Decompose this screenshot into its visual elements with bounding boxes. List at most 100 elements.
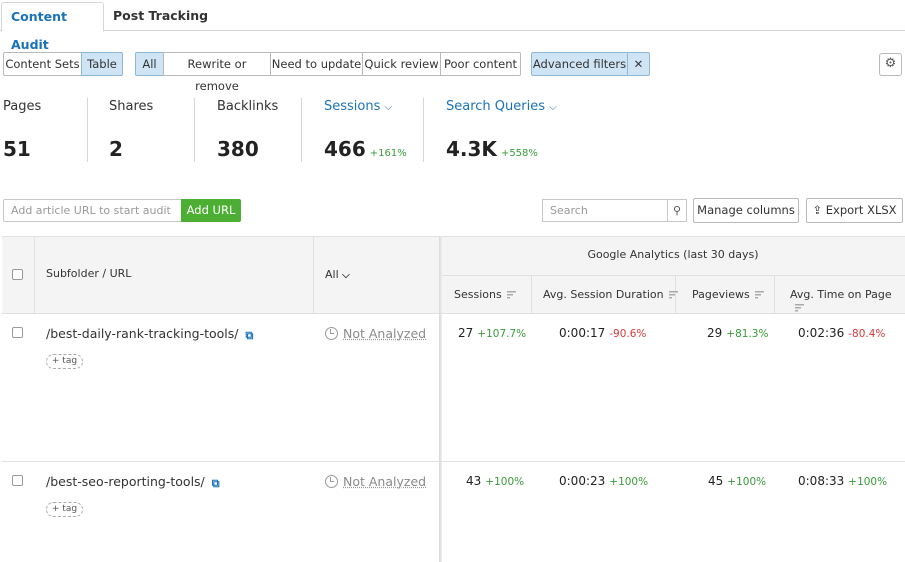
time-on-page-cell: 0:02:36 -80.4%: [798, 326, 885, 340]
metric-pages-label: Pages: [3, 99, 42, 114]
clock-icon: [325, 327, 338, 340]
tab-content-audit[interactable]: Content Audit: [1, 2, 104, 52]
duration-change: -90.6%: [609, 328, 647, 340]
pageviews-cell: 29 +81.3%: [707, 326, 768, 340]
pageviews-change: +100%: [727, 476, 767, 488]
metric-pages: Pages 51: [3, 99, 41, 163]
metric-divider: [423, 98, 424, 162]
metric-search-queries: Search Queries ⌵ 4.3K +558%: [446, 99, 557, 163]
duration-cell: 0:00:17 -90.6%: [559, 326, 646, 340]
column-divider: [774, 276, 775, 314]
status-text: Not Analyzed: [343, 326, 427, 341]
advanced-filters-button[interactable]: Advanced filters: [531, 52, 628, 76]
column-header-sessions[interactable]: Sessions: [454, 288, 516, 301]
metric-shares: Shares 2: [109, 99, 153, 163]
sessions-cell: 43 +100%: [466, 474, 524, 488]
close-icon[interactable]: ✕: [627, 52, 650, 76]
duration-value: 0:00:23: [559, 474, 606, 488]
url-text: /best-daily-rank-tracking-tools/: [46, 326, 239, 341]
status-filter-label: All: [325, 268, 339, 281]
search-input[interactable]: Search: [542, 199, 668, 222]
row-checkbox[interactable]: [12, 475, 23, 486]
sessions-header-label: Sessions: [454, 288, 502, 301]
chevron-down-icon: ⌵: [549, 102, 557, 113]
duration-change: +100%: [609, 476, 649, 488]
metric-divider: [194, 98, 195, 162]
filter-all-button[interactable]: All: [135, 52, 164, 76]
column-header-avg-session-duration[interactable]: Avg. Session Duration: [543, 288, 678, 301]
article-url-input[interactable]: Add article URL to start audit: [3, 199, 182, 222]
sessions-dropdown-label: Sessions: [324, 99, 381, 114]
add-url-button[interactable]: Add URL: [181, 199, 241, 222]
sessions-dropdown[interactable]: Sessions ⌵: [324, 99, 392, 114]
metric-divider: [87, 98, 88, 162]
filter-rewrite-button[interactable]: Rewrite or remove: [163, 52, 271, 93]
tab-bar: Content Audit Post Tracking: [0, 0, 905, 52]
metric-backlinks-label: Backlinks: [217, 99, 279, 114]
duration-header-label: Avg. Session Duration: [543, 288, 664, 301]
column-header-avg-time-on-page[interactable]: Avg. Time on Page: [790, 288, 905, 314]
metric-search-queries-value: 4.3K +558%: [446, 137, 538, 161]
search-queries-value: 4.3K: [446, 137, 497, 161]
sort-icon: [668, 291, 678, 299]
sessions-change: +107.7%: [477, 328, 527, 340]
time-value: 0:08:33: [798, 474, 845, 488]
add-tag-button[interactable]: + tag: [46, 502, 83, 517]
column-header-pageviews[interactable]: Pageviews: [692, 288, 764, 301]
frozen-pane-divider: [439, 236, 442, 562]
export-xlsx-button[interactable]: ⇪ Export XLSX: [806, 198, 903, 223]
status-text: Not Analyzed: [343, 474, 427, 489]
time-on-page-cell: 0:08:33 +100%: [798, 474, 887, 488]
metric-backlinks: Backlinks 380: [217, 99, 278, 163]
sessions-value: 43: [466, 474, 482, 488]
sessions-change: +161%: [369, 148, 407, 159]
search-queries-label: Search Queries: [446, 99, 545, 114]
status-not-analyzed[interactable]: Not Analyzed: [325, 326, 426, 341]
url-link[interactable]: /best-daily-rank-tracking-tools/ ⧉: [46, 326, 256, 341]
status-not-analyzed[interactable]: Not Analyzed: [325, 474, 426, 489]
metric-backlinks-value: 380: [217, 137, 259, 161]
sessions-change: +100%: [485, 476, 525, 488]
search-icon[interactable]: ⚲: [667, 199, 687, 222]
sessions-value: 27: [458, 326, 474, 340]
gear-icon[interactable]: ⚙: [879, 53, 902, 76]
time-header-label: Avg. Time on Page: [790, 288, 892, 301]
filter-quick-review-button[interactable]: Quick review: [362, 52, 441, 76]
metric-shares-value: 2: [109, 137, 123, 161]
manage-columns-button[interactable]: Manage columns: [693, 198, 799, 223]
metric-sessions: Sessions ⌵ 466 +161%: [324, 99, 407, 163]
external-link-icon[interactable]: ⧉: [212, 478, 222, 489]
column-header-url: Subfolder / URL: [46, 267, 132, 280]
filter-update-button[interactable]: Need to update: [270, 52, 363, 76]
add-tag-button[interactable]: + tag: [46, 354, 83, 369]
sort-icon: [754, 291, 764, 299]
time-value: 0:02:36: [798, 326, 845, 340]
export-xlsx-label: Export XLSX: [825, 203, 897, 217]
export-icon: ⇪: [812, 203, 823, 217]
time-change: +100%: [848, 476, 888, 488]
table-view-button[interactable]: Table: [81, 52, 123, 76]
time-change: -80.4%: [848, 328, 886, 340]
chevron-down-icon: ⌵: [384, 102, 393, 113]
content-sets-button[interactable]: Content Sets: [3, 52, 82, 76]
column-divider: [313, 236, 314, 314]
row-checkbox[interactable]: [12, 327, 23, 338]
pageviews-value: 29: [707, 326, 723, 340]
filter-poor-content-button[interactable]: Poor content: [440, 52, 521, 76]
tab-post-tracking[interactable]: Post Tracking: [104, 2, 217, 32]
sessions-cell: 27 +107.7%: [458, 326, 526, 340]
url-link[interactable]: /best-seo-reporting-tools/ ⧉: [46, 474, 222, 489]
external-link-icon[interactable]: ⧉: [246, 330, 256, 341]
group-divider: [441, 275, 905, 276]
column-divider: [34, 236, 35, 314]
sessions-value: 466: [324, 137, 366, 161]
metric-pages-value: 51: [3, 137, 31, 161]
duration-cell: 0:00:23 +100%: [559, 474, 648, 488]
column-divider: [531, 276, 532, 314]
select-all-checkbox[interactable]: [12, 269, 23, 280]
status-filter-dropdown[interactable]: All ⌵: [325, 268, 350, 281]
search-queries-dropdown[interactable]: Search Queries ⌵: [446, 99, 557, 114]
metric-shares-label: Shares: [109, 99, 154, 114]
duration-value: 0:00:17: [559, 326, 606, 340]
search-queries-change: +558%: [500, 148, 538, 159]
